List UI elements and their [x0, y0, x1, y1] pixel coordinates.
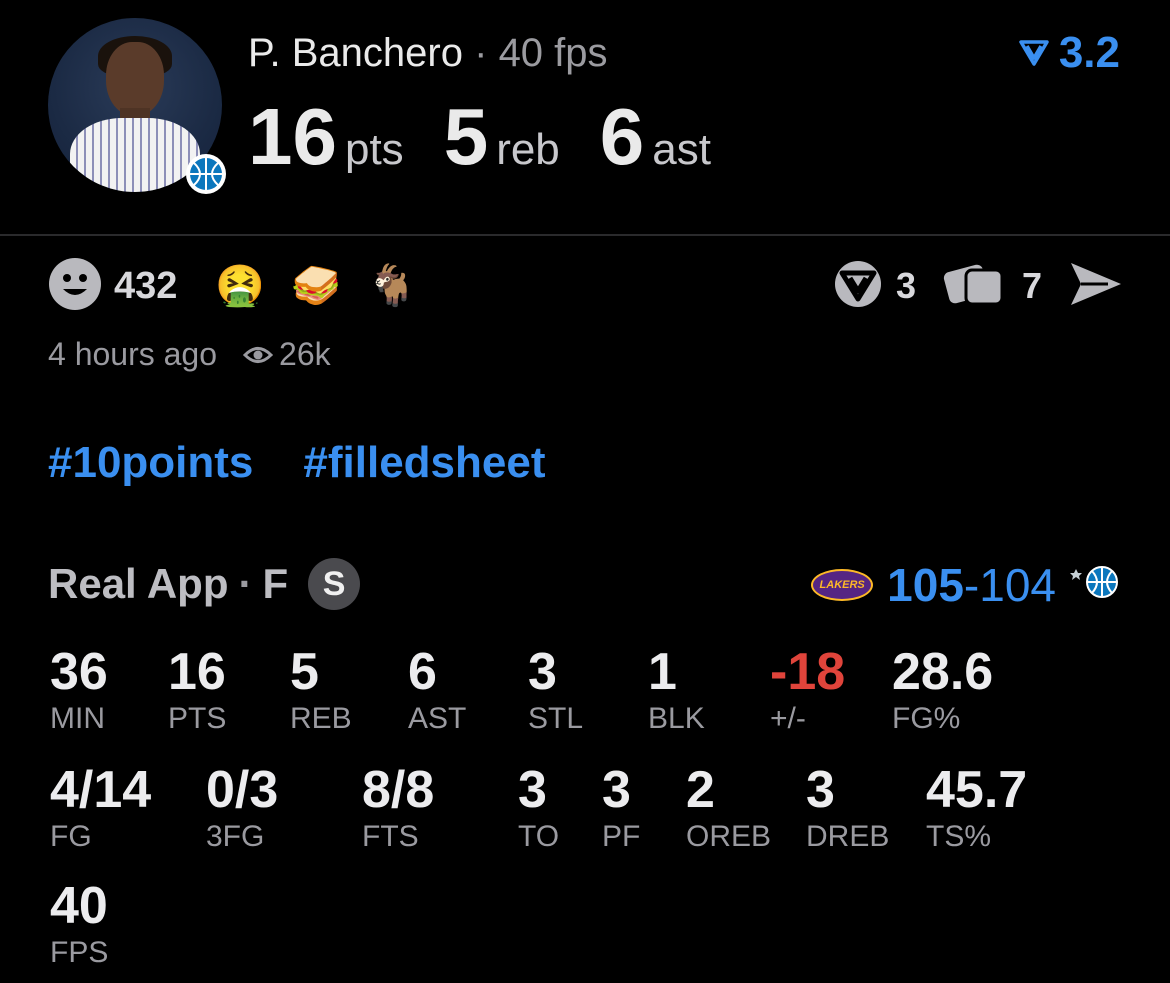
magic-logo-icon	[1070, 558, 1120, 612]
real-count: 3	[895, 265, 916, 306]
headline-pts-value: 16	[248, 92, 337, 181]
hashtag-link[interactable]: #filledsheet	[303, 438, 545, 488]
stat-value: 28.6	[892, 643, 994, 701]
post-actions: 3 7	[830, 260, 1124, 312]
fps-label: 40 fps	[498, 31, 608, 75]
stat-value: 16	[168, 643, 226, 701]
stat-label: FG	[50, 820, 92, 853]
eye-icon	[243, 346, 274, 363]
stat-label: OREB	[686, 820, 772, 853]
stat-ast: 6 AST	[408, 644, 466, 736]
game-score[interactable]: LAKERS 105-104	[811, 558, 1120, 612]
stat-value: 36	[50, 643, 108, 701]
stat-label: BLK	[648, 702, 705, 735]
stat-pf: 3 PF	[602, 762, 640, 854]
stat-label: +/-	[770, 702, 806, 735]
hashtag-link[interactable]: #10points	[48, 438, 253, 488]
source-name[interactable]: Real App	[48, 560, 228, 608]
source-separator: ·	[238, 560, 253, 607]
sandwich-emoji[interactable]: 🥪	[291, 260, 341, 312]
post-meta: 4 hours ago 26k	[48, 336, 331, 373]
stat-label: FG%	[892, 702, 961, 735]
stat-dreb: 3 DREB	[806, 762, 889, 854]
stat-blk: 1 BLK	[648, 644, 705, 736]
rating-arrow-icon	[1019, 40, 1049, 66]
stat-label: FTS	[362, 820, 419, 853]
stat-value: 45.7	[926, 761, 1028, 819]
stat-label: FPS	[50, 936, 109, 969]
stat-label: MIN	[50, 702, 105, 735]
reaction-count: 432	[114, 264, 178, 307]
stat-reb: 5 REB	[290, 644, 352, 736]
stat-stl: 3 STL	[528, 644, 583, 736]
stat-value: 4/14	[50, 761, 152, 819]
stat-value: 40	[50, 877, 108, 935]
reaction-bar: 432 🤮 🥪 🐐	[48, 257, 443, 312]
stat-value: 3	[518, 761, 547, 819]
stat-value: 8/8	[362, 761, 435, 819]
stat-min: 36 MIN	[50, 644, 108, 736]
headline-reb-value: 5	[443, 92, 489, 181]
stat-label: DREB	[806, 820, 890, 853]
home-score: 105	[887, 559, 964, 611]
stat-label: 3FG	[206, 820, 265, 853]
share-icon[interactable]	[1068, 259, 1124, 314]
post-time: 4 hours ago	[48, 336, 218, 372]
game-source: Real App · F S	[48, 558, 361, 610]
headline-stats: 16 pts 5 reb 6 ast	[248, 92, 751, 182]
rating-badge[interactable]: 3.2	[1019, 28, 1120, 78]
stat-value: 2	[686, 761, 715, 819]
away-score: 104	[979, 559, 1056, 611]
stat-ts-pct: 45.7 TS%	[926, 762, 1027, 854]
stat-fg-pct: 28.6 FG%	[892, 644, 993, 736]
stat-label: TO	[518, 820, 560, 853]
goat-emoji[interactable]: 🐐	[367, 260, 417, 312]
stat-pts: 16 PTS	[168, 644, 226, 736]
stat-fps: 40 FPS	[50, 878, 108, 970]
stat-value: 3	[528, 643, 557, 701]
stat-fg: 4/14 FG	[50, 762, 151, 854]
stat-value: -18	[770, 643, 846, 701]
title-separator: ·	[474, 31, 488, 75]
player-name[interactable]: P. Banchero	[248, 31, 463, 75]
headline-pts-unit: pts	[344, 125, 404, 174]
smile-icon[interactable]	[48, 257, 102, 316]
stat-label: STL	[528, 702, 584, 735]
magic-ball-icon	[186, 154, 226, 194]
stat-label: PTS	[168, 702, 227, 735]
stat-value: 3	[602, 761, 631, 819]
stat-to: 3 TO	[518, 762, 559, 854]
game-status: F	[262, 560, 289, 607]
stat-oreb: 2 OREB	[686, 762, 771, 854]
header-divider	[0, 234, 1170, 236]
stat-label: REB	[290, 702, 352, 735]
headline-ast-value: 6	[599, 92, 645, 181]
stat-value: 6	[408, 643, 437, 701]
stat-value: 1	[648, 643, 677, 701]
rating-value: 3.2	[1058, 28, 1120, 77]
stat-label: PF	[602, 820, 641, 853]
stat-value: 5	[290, 643, 319, 701]
stat-value: 0/3	[206, 761, 279, 819]
vomit-emoji[interactable]: 🤮	[215, 260, 265, 312]
cards-count: 7	[1021, 265, 1042, 306]
stat-value: 3	[806, 761, 835, 819]
view-count: 26k	[243, 336, 331, 373]
lakers-logo-icon: LAKERS	[811, 569, 874, 601]
stat-fts: 8/8 FTS	[362, 762, 434, 854]
player-title[interactable]: P. Banchero · 40 fps	[248, 28, 608, 78]
real-logo-icon[interactable]	[830, 259, 886, 314]
hashtags: #10points #filledsheet	[48, 438, 545, 488]
stat-3fg: 0/3 3FG	[206, 762, 278, 854]
cards-icon[interactable]	[942, 258, 1012, 315]
stat-label: AST	[408, 702, 467, 735]
headline-reb-unit: reb	[496, 125, 560, 174]
sport-badge: S	[308, 558, 361, 610]
stat-plus-minus: -18 +/-	[770, 644, 845, 736]
headline-ast-unit: ast	[652, 125, 711, 174]
stat-label: TS%	[926, 820, 992, 853]
view-count-value: 26k	[279, 336, 331, 372]
score-dash: -	[963, 559, 980, 611]
